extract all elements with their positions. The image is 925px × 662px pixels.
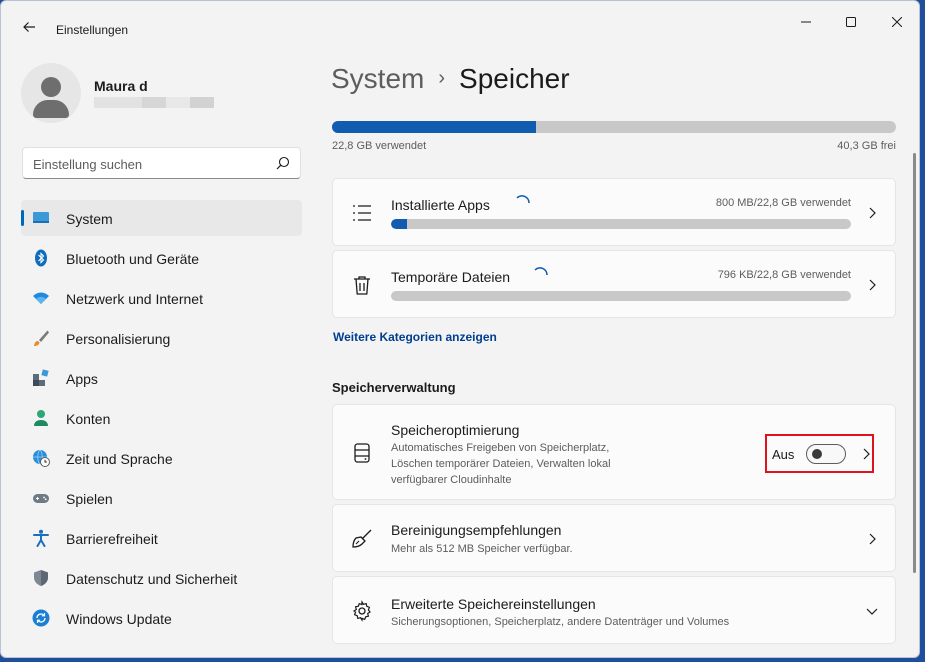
minimize-button[interactable] bbox=[783, 7, 829, 37]
storage-sense-title: Speicheroptimierung bbox=[391, 422, 520, 438]
user-email-redacted bbox=[94, 97, 214, 108]
category-title: Installierte Apps bbox=[391, 197, 490, 213]
sidebar-item-accessibility[interactable]: Barrierefreiheit bbox=[21, 520, 302, 556]
category-title: Temporäre Dateien bbox=[391, 269, 511, 285]
sidebar-item-label: Windows Update bbox=[66, 611, 172, 627]
list-icon bbox=[353, 205, 371, 221]
settings-search bbox=[22, 147, 301, 179]
user-name: Maura d bbox=[94, 78, 148, 94]
category-usage-bar bbox=[391, 219, 851, 229]
paintbrush-icon bbox=[34, 330, 49, 346]
used-storage-text: 22,8 GB verwendet bbox=[332, 140, 427, 152]
loading-spinner-icon bbox=[516, 195, 530, 204]
gamepad-icon bbox=[33, 494, 49, 503]
page-title: Speicher bbox=[459, 63, 570, 94]
accessibility-icon bbox=[33, 529, 49, 547]
storage-usage-bar bbox=[332, 121, 896, 133]
chevron-right-icon bbox=[869, 533, 876, 545]
chevron-right-icon bbox=[869, 279, 876, 291]
storage-sense-description: Automatisches Freigeben von Speicherplat… bbox=[391, 442, 611, 486]
close-button[interactable] bbox=[874, 7, 919, 37]
arrow-left-icon bbox=[23, 22, 35, 32]
sidebar-item-network[interactable]: Netzwerk und Internet bbox=[21, 280, 302, 316]
category-usage-bar bbox=[391, 291, 851, 301]
sidebar-item-personalization[interactable]: Personalisierung bbox=[21, 320, 302, 356]
show-more-categories-link[interactable]: Weitere Kategorien anzeigen bbox=[333, 330, 497, 344]
cleanup-recommendations-card[interactable]: Bereinigungsempfehlungen Mehr als 512 MB… bbox=[332, 504, 896, 572]
main-content: 22,8 GB verwendet 40,3 GB frei Installie… bbox=[331, 101, 901, 657]
cleanup-description: Mehr als 512 MB Speicher verfügbar. bbox=[391, 543, 573, 555]
category-installed-apps[interactable]: Installierte Apps 800 MB/22,8 GB verwend… bbox=[332, 178, 896, 246]
avatar bbox=[21, 63, 81, 123]
broom-icon bbox=[352, 529, 372, 548]
sidebar-item-bluetooth[interactable]: Bluetooth und Geräte bbox=[21, 240, 302, 276]
advanced-settings-title: Erweiterte Speichereinstellungen bbox=[391, 596, 596, 612]
close-icon bbox=[892, 17, 902, 27]
free-storage-text: 40,3 GB frei bbox=[837, 140, 896, 152]
bluetooth-icon bbox=[35, 249, 47, 267]
advanced-storage-settings-card[interactable]: Erweiterte Speichereinstellungen Sicheru… bbox=[332, 576, 896, 644]
highlight-box: Aus bbox=[765, 434, 874, 473]
storage-sense-toggle[interactable] bbox=[806, 444, 846, 464]
sidebar-item-time-language[interactable]: Zeit und Sprache bbox=[21, 440, 302, 476]
sidebar-item-apps[interactable]: Apps bbox=[21, 360, 302, 396]
settings-window: Einstellungen Maura d Einstellung suchen… bbox=[0, 0, 920, 658]
sidebar-item-privacy[interactable]: Datenschutz und Sicherheit bbox=[21, 560, 302, 596]
chevron-right-icon bbox=[869, 207, 876, 219]
sidebar-item-system[interactable]: System bbox=[21, 200, 302, 236]
loading-spinner-icon bbox=[534, 267, 548, 276]
trash-icon bbox=[354, 276, 370, 295]
sidebar-item-label: Zeit und Sprache bbox=[66, 451, 173, 467]
hard-drive-icon bbox=[354, 443, 370, 463]
minimize-icon bbox=[801, 21, 811, 23]
sidebar-item-gaming[interactable]: Spielen bbox=[21, 480, 302, 516]
sidebar-item-label: System bbox=[66, 211, 113, 227]
apps-icon bbox=[33, 369, 49, 386]
sidebar-item-label: Apps bbox=[66, 371, 98, 387]
sidebar-nav: System Bluetooth und Geräte Netzwerk und… bbox=[21, 200, 302, 640]
back-button[interactable] bbox=[15, 13, 43, 41]
cleanup-title: Bereinigungsempfehlungen bbox=[391, 522, 562, 538]
gear-icon bbox=[352, 600, 371, 622]
maximize-button[interactable] bbox=[828, 7, 874, 37]
account-icon bbox=[34, 410, 48, 426]
chevron-right-icon[interactable] bbox=[859, 447, 873, 461]
section-title-storage-management: Speicherverwaltung bbox=[332, 380, 456, 395]
toggle-state-label: Aus bbox=[772, 447, 795, 462]
category-temporary-files[interactable]: Temporäre Dateien 796 KB/22,8 GB verwend… bbox=[332, 250, 896, 318]
sidebar-item-label: Datenschutz und Sicherheit bbox=[66, 571, 238, 587]
advanced-settings-description: Sicherungsoptionen, Speicherplatz, ander… bbox=[391, 616, 730, 628]
sidebar-item-label: Personalisierung bbox=[66, 331, 171, 347]
shield-icon bbox=[34, 570, 48, 586]
storage-sense-card[interactable]: Speicheroptimierung Automatisches Freige… bbox=[332, 404, 896, 500]
breadcrumb: System › Speicher bbox=[331, 63, 570, 95]
sidebar-item-accounts[interactable]: Konten bbox=[21, 400, 302, 436]
sidebar-item-windows-update[interactable]: Windows Update bbox=[21, 600, 302, 636]
sidebar-item-label: Barrierefreiheit bbox=[66, 531, 158, 547]
wifi-icon bbox=[33, 292, 49, 304]
content-scrollbar[interactable] bbox=[913, 153, 916, 573]
chevron-down-icon bbox=[866, 608, 878, 615]
sidebar-item-label: Netzwerk und Internet bbox=[66, 291, 203, 307]
search-input[interactable] bbox=[33, 154, 263, 174]
sidebar-item-label: Bluetooth und Geräte bbox=[66, 251, 200, 267]
category-usage-text: 796 KB/22,8 GB verwendet bbox=[717, 269, 851, 281]
globe-clock-icon bbox=[33, 449, 50, 467]
category-usage-text: 800 MB/22,8 GB verwendet bbox=[715, 197, 851, 209]
toggle-knob bbox=[812, 449, 822, 459]
maximize-icon bbox=[846, 17, 856, 27]
update-icon bbox=[32, 609, 50, 627]
title-bar: Einstellungen bbox=[1, 1, 919, 49]
breadcrumb-parent[interactable]: System bbox=[331, 63, 424, 94]
app-title: Einstellungen bbox=[56, 23, 129, 37]
search-icon[interactable] bbox=[276, 156, 290, 170]
sidebar-item-label: Spielen bbox=[66, 491, 113, 507]
chevron-right-icon: › bbox=[438, 67, 446, 89]
system-monitor-icon bbox=[33, 212, 49, 223]
sidebar-item-label: Konten bbox=[66, 411, 111, 427]
